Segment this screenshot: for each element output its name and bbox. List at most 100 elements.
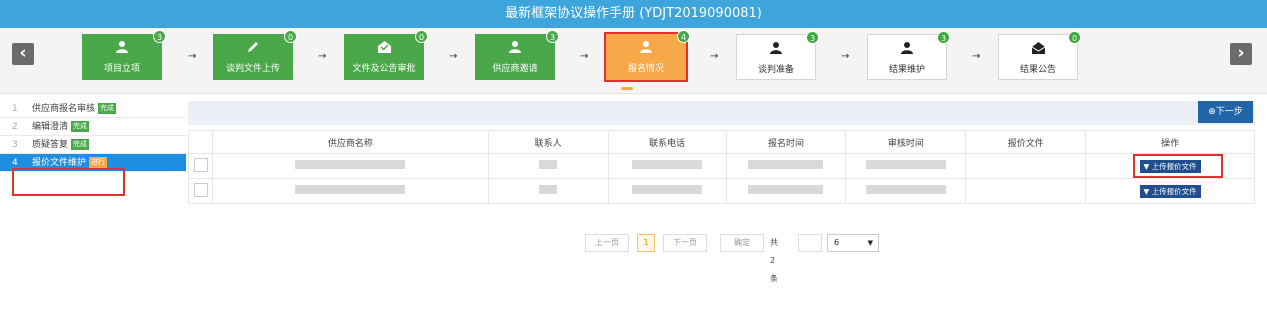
step-count-badge: 4 xyxy=(677,30,690,43)
step-arrow-icon: → xyxy=(188,51,197,62)
step-label: 项目立项 xyxy=(103,64,140,74)
step-project-setup[interactable]: 项目立项 3 xyxy=(82,30,166,80)
user-icon xyxy=(82,34,162,58)
sidebar-item-label: 质疑答复 xyxy=(32,140,69,150)
quote-file-cell xyxy=(965,153,1087,179)
redacted-block xyxy=(865,160,946,169)
sidebar-item-edit-clarify[interactable]: 2 编辑澄清 完成 xyxy=(0,118,186,136)
supplier-name-cell xyxy=(211,153,489,179)
page-size-select[interactable]: 6 ▼ xyxy=(827,234,879,252)
sidebar-item-question-reply[interactable]: 3 质疑答复 完成 xyxy=(0,136,186,154)
redacted-block xyxy=(295,185,406,194)
page-jump-input[interactable] xyxy=(798,234,822,252)
redacted-block xyxy=(539,185,558,194)
step-label: 结果公告 xyxy=(1019,65,1056,75)
step-doc-upload[interactable]: 谈判文件上传 0 xyxy=(213,30,297,80)
envelope-check-icon xyxy=(344,34,424,58)
column-header: 审核时间 xyxy=(845,130,967,154)
redacted-block xyxy=(748,160,824,169)
sidebar-item-number: 2 xyxy=(12,122,18,132)
step-arrow-icon: → xyxy=(972,51,981,62)
step-label: 结果维护 xyxy=(888,65,925,75)
sidebar-item-number: 3 xyxy=(12,140,18,150)
user-icon xyxy=(868,35,946,59)
phone-cell xyxy=(607,178,727,204)
column-header: 报价文件 xyxy=(965,130,1087,154)
next-step-button[interactable]: ⊕下一步 xyxy=(1198,101,1253,123)
page-title: 最新框架协议操作手册 (YDJT2019090081) xyxy=(0,0,1267,28)
sidebar-item-registration-review[interactable]: 1 供应商报名审核 完成 xyxy=(0,100,186,118)
step-count-badge: 3 xyxy=(153,30,166,43)
envelope-icon xyxy=(999,35,1077,59)
register-time-cell xyxy=(725,153,847,179)
step-count-badge: 0 xyxy=(284,30,297,43)
step-count-badge: 3 xyxy=(806,31,819,44)
sidebar-item-label: 供应商报名审核 xyxy=(32,104,96,114)
step-label: 文件及公告审批 xyxy=(352,64,416,74)
review-time-cell xyxy=(845,153,967,179)
redacted-block xyxy=(632,185,703,194)
user-icon xyxy=(737,35,815,59)
page-size-value: 6 xyxy=(834,238,840,247)
step-label: 供应商邀请 xyxy=(492,64,538,74)
next-page-button[interactable]: 下一页 xyxy=(663,234,707,252)
quote-file-cell xyxy=(965,178,1087,204)
redacted-block xyxy=(539,160,558,169)
row-checkbox-cell xyxy=(188,153,213,179)
row-checkbox[interactable] xyxy=(194,157,208,172)
sidebar-item-label: 报价文件维护 xyxy=(32,158,87,168)
step-arrow-icon: → xyxy=(580,51,589,62)
row-checkbox-cell xyxy=(188,178,213,204)
upload-quote-button[interactable]: ▼ 上传报价文件 xyxy=(1139,184,1201,198)
step-supplier-invite[interactable]: 供应商邀请 3 xyxy=(475,30,559,80)
active-step-indicator xyxy=(621,87,633,90)
upload-quote-label: 上传报价文件 xyxy=(1151,186,1197,196)
phone-cell xyxy=(607,153,727,179)
column-header: 操作 xyxy=(1085,130,1255,154)
step-label: 谈判准备 xyxy=(757,65,794,75)
step-arrow-icon: → xyxy=(841,51,850,62)
table-header-row: 供应商名称 联系人 联系电话 报名时间 审核时间 报价文件 操作 xyxy=(188,130,1255,154)
step-registration[interactable]: 报名情况 4 xyxy=(604,30,690,82)
contact-cell xyxy=(487,153,609,179)
user-icon xyxy=(606,34,686,58)
column-header: 供应商名称 xyxy=(211,130,489,154)
redacted-block xyxy=(295,160,406,169)
step-result-maintain[interactable]: 结果维护 3 xyxy=(867,31,950,80)
filter-icon: ▼ xyxy=(1143,186,1150,196)
status-badge: 完成 xyxy=(71,139,90,150)
column-header: 报名时间 xyxy=(725,130,847,154)
row-checkbox[interactable] xyxy=(194,182,208,197)
step-arrow-icon: → xyxy=(318,51,327,62)
highlight-box xyxy=(12,168,125,196)
column-header: 联系人 xyxy=(487,130,609,154)
prev-steps-button[interactable]: ‹ xyxy=(12,43,34,65)
user-icon xyxy=(475,34,555,58)
step-count-badge: 3 xyxy=(937,31,950,44)
register-time-cell xyxy=(725,178,847,204)
operation-cell: ▼ 上传报价文件 xyxy=(1085,178,1255,204)
prev-page-button[interactable]: 上一页 xyxy=(585,234,629,252)
action-toolbar xyxy=(188,101,1255,125)
step-label: 谈判文件上传 xyxy=(225,64,280,74)
sidebar-item-label: 编辑澄清 xyxy=(32,122,69,132)
step-result-announce[interactable]: 结果公告 0 xyxy=(998,31,1081,80)
table-row: ▼ 上传报价文件 xyxy=(188,178,1255,204)
pencil-icon xyxy=(213,34,293,58)
page-number-current[interactable]: 1 xyxy=(637,234,655,252)
redacted-block xyxy=(748,185,824,194)
step-arrow-icon: → xyxy=(449,51,458,62)
highlight-box xyxy=(1133,154,1223,178)
contact-cell xyxy=(487,178,609,204)
step-count-badge: 3 xyxy=(546,30,559,43)
next-steps-button[interactable]: › xyxy=(1230,43,1252,65)
step-count-badge: 0 xyxy=(415,30,428,43)
substep-sidebar: 1 供应商报名审核 完成 2 编辑澄清 完成 3 质疑答复 完成 4 报价文件维护 进行 xyxy=(0,100,186,172)
table-row: ▼ 上传报价文件 xyxy=(188,153,1255,179)
step-doc-approval[interactable]: 文件及公告审批 0 xyxy=(344,30,428,80)
confirm-page-button[interactable]: 确定 xyxy=(720,234,764,252)
status-badge: 完成 xyxy=(71,121,90,132)
status-badge: 进行 xyxy=(89,157,108,168)
supplier-table: 供应商名称 联系人 联系电话 报名时间 审核时间 报价文件 操作 ▼ 上传报价文… xyxy=(188,130,1255,204)
step-negotiation-prep[interactable]: 谈判准备 3 xyxy=(736,31,819,80)
